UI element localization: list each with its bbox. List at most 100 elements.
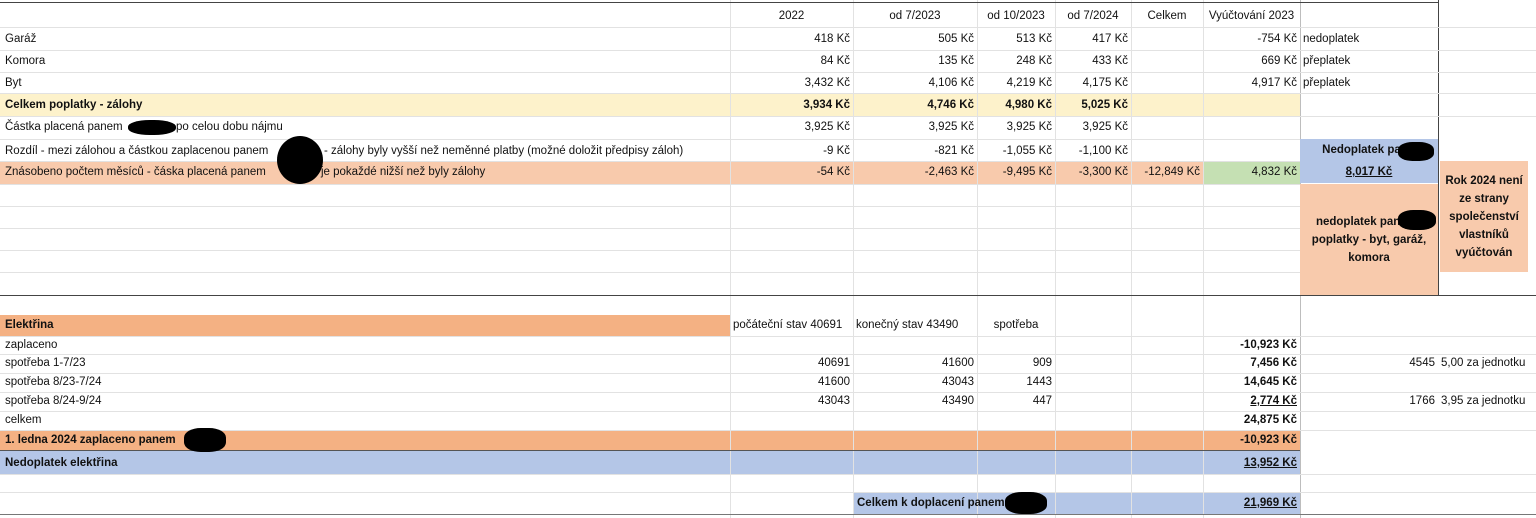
elektrina-ledna-value: -10,923 Kč bbox=[1240, 434, 1297, 446]
row-rozdil-label-b: - zálohy byly vyšší než neměnné platby (… bbox=[324, 145, 684, 157]
grid-row-line bbox=[0, 492, 1536, 493]
row-komora-2022: 84 Kč bbox=[820, 55, 850, 67]
grid-row-line bbox=[0, 250, 1300, 251]
elektrina-r3-b: 43490 bbox=[942, 395, 974, 407]
elektrina-r1-b: 41600 bbox=[942, 357, 974, 369]
grid-row-line bbox=[0, 272, 1300, 273]
row-garaz-072023: 505 Kč bbox=[938, 33, 974, 45]
redaction-mark bbox=[1005, 492, 1047, 514]
row-byt-2022: 3,432 Kč bbox=[804, 77, 850, 89]
grid-row-line bbox=[0, 474, 1536, 475]
elektrina-r1-value: 7,456 Kč bbox=[1250, 357, 1297, 369]
row-castka-2022: 3,925 Kč bbox=[804, 121, 850, 133]
header-2022: 2022 bbox=[778, 10, 805, 22]
elektrina-r1-a: 40691 bbox=[818, 357, 850, 369]
row-komora-label: Komora bbox=[5, 55, 46, 67]
header-vyuctovani: Vyúčtování 2023 bbox=[1208, 10, 1295, 22]
grid-row-line bbox=[0, 184, 1300, 185]
grid-row-line bbox=[0, 228, 1300, 229]
row-byt-label: Byt bbox=[5, 77, 22, 89]
row-rozdil-2022: -9 Kč bbox=[823, 145, 850, 157]
row-byt-102023: 4,219 Kč bbox=[1006, 77, 1052, 89]
row-celkem-072024: 5,025 Kč bbox=[1081, 99, 1128, 111]
grid-row-line bbox=[0, 514, 1536, 515]
elektrina-ledna-label: 1. ledna 2024 zaplaceno panem bbox=[5, 434, 176, 446]
elektrina-r2-a: 41600 bbox=[818, 376, 850, 388]
row-znasobeno-072024: -3,300 Kč bbox=[1078, 166, 1128, 178]
row-rozdil-label-a: Rozdíl - mezi zálohou a částkou zaplacen… bbox=[5, 145, 269, 157]
row-znasobeno-102023: -9,495 Kč bbox=[1002, 166, 1052, 178]
row-znasobeno-072023: -2,463 Kč bbox=[924, 166, 974, 178]
header-od-7-2023: od 7/2023 bbox=[889, 10, 941, 22]
row-garaz-label: Garáž bbox=[5, 33, 37, 45]
elektrina-r3-unit: 3,95 za jednotku bbox=[1441, 395, 1526, 407]
row-celkem-102023: 4,980 Kč bbox=[1005, 99, 1052, 111]
elektrina-konecny: konečný stav 43490 bbox=[856, 319, 959, 331]
elektrina-r3-a: 43043 bbox=[818, 395, 850, 407]
row-byt-072023: 4,106 Kč bbox=[928, 77, 974, 89]
elektrina-r2-label: spotřeba 8/23-7/24 bbox=[5, 376, 102, 388]
row-garaz-102023: 513 Kč bbox=[1016, 33, 1052, 45]
grid-row-line bbox=[0, 2, 1438, 3]
elektrina-total-value: 21,969 Kč bbox=[1243, 497, 1297, 509]
redaction-mark bbox=[184, 428, 226, 452]
elektrina-r2-b: 43043 bbox=[942, 376, 974, 388]
elektrina-r2-value: 14,645 Kč bbox=[1243, 376, 1297, 388]
nedoplatek-value: 8,017 Kč bbox=[1345, 166, 1393, 178]
row-komora-vyuct: 669 Kč bbox=[1261, 55, 1297, 67]
elektrina-nedoplatek-value: 13,952 Kč bbox=[1243, 457, 1297, 469]
elektrina-total-label: Celkem k doplacení panem bbox=[857, 497, 1005, 509]
redaction-mark bbox=[1398, 210, 1436, 230]
row-garaz-vyuct: -754 Kč bbox=[1257, 33, 1297, 45]
row-castka-102023: 3,925 Kč bbox=[1006, 121, 1052, 133]
elektrina-r3-extra: 1766 bbox=[1409, 395, 1435, 407]
rok2024-text: Rok 2024 není ze strany společenství vla… bbox=[1445, 174, 1523, 259]
row-komora-072024: 433 Kč bbox=[1092, 55, 1128, 67]
row-znasobeno-2022: -54 Kč bbox=[816, 166, 850, 178]
row-castka-label-a: Částka placená panem bbox=[5, 121, 123, 133]
row-celkem-2022: 3,934 Kč bbox=[803, 99, 850, 111]
row-komora-072023: 135 Kč bbox=[938, 55, 974, 67]
row-castka-label-b: po celou dobu nájmu bbox=[176, 121, 283, 133]
row-garaz-note: nedoplatek bbox=[1303, 33, 1360, 45]
row-castka-072023: 3,925 Kč bbox=[928, 121, 974, 133]
row-rozdil-102023: -1,055 Kč bbox=[1002, 145, 1052, 157]
elektrina-zaplaceno-value: -10,923 Kč bbox=[1240, 339, 1297, 351]
elektrina-celkem-label: celkem bbox=[5, 414, 42, 426]
row-castka-072024: 3,925 Kč bbox=[1082, 121, 1128, 133]
elektrina-r3-c: 447 bbox=[1032, 395, 1052, 407]
grid-row-line bbox=[0, 206, 1300, 207]
row-celkem-label: Celkem poplatky - zálohy bbox=[5, 99, 143, 111]
header-od-10-2023: od 10/2023 bbox=[987, 10, 1045, 22]
elektrina-r3-label: spotřeba 8/24-9/24 bbox=[5, 395, 102, 407]
grid-col-line bbox=[1438, 0, 1439, 296]
elektrina-r1-c: 909 bbox=[1032, 357, 1052, 369]
row-znasobeno-vyuct: 4,832 Kč bbox=[1251, 166, 1297, 178]
elektrina-r1-label: spotřeba 1-7/23 bbox=[5, 357, 86, 369]
row-znasobeno-label-b: je pokaždé nižší než byly zálohy bbox=[321, 166, 486, 178]
elektrina-celkem-value: 24,875 Kč bbox=[1243, 414, 1297, 426]
row-garaz-2022: 418 Kč bbox=[814, 33, 850, 45]
row-garaz-072024: 417 Kč bbox=[1092, 33, 1128, 45]
grid-row-line bbox=[0, 430, 1536, 431]
row-celkem-072023: 4,746 Kč bbox=[927, 99, 974, 111]
nedoplatek-desc-box: nedoplatek pana za poplatky - byt, garáž… bbox=[1300, 184, 1438, 295]
row-znasobeno-label-a: Znásobeno počtem měsíců - čáska placená … bbox=[5, 166, 266, 178]
redaction-mark bbox=[1398, 142, 1434, 161]
elektrina-title: Elektřina bbox=[5, 319, 54, 331]
row-rozdil-072023: -821 Kč bbox=[934, 145, 974, 157]
header-od-7-2024: od 7/2024 bbox=[1067, 10, 1119, 22]
rok2024-box: Rok 2024 není ze strany společenství vla… bbox=[1440, 161, 1528, 272]
elektrina-r1-extra: 4545 bbox=[1409, 357, 1435, 369]
row-komora-note: přeplatek bbox=[1303, 55, 1351, 67]
grid-row-line bbox=[0, 295, 1536, 296]
row-byt-072024: 4,175 Kč bbox=[1082, 77, 1128, 89]
row-byt-note: přeplatek bbox=[1303, 77, 1351, 89]
elektrina-nedoplatek-label: Nedoplatek elektřina bbox=[5, 457, 118, 469]
header-celkem: Celkem bbox=[1147, 10, 1187, 22]
elektrina-pocatecni: počáteční stav 40691 bbox=[733, 319, 843, 331]
grid-col-line bbox=[1131, 0, 1132, 518]
redaction-mark bbox=[128, 120, 176, 135]
elektrina-spotreba: spotřeba bbox=[993, 319, 1039, 331]
row-rozdil-072024: -1,100 Kč bbox=[1078, 145, 1128, 157]
